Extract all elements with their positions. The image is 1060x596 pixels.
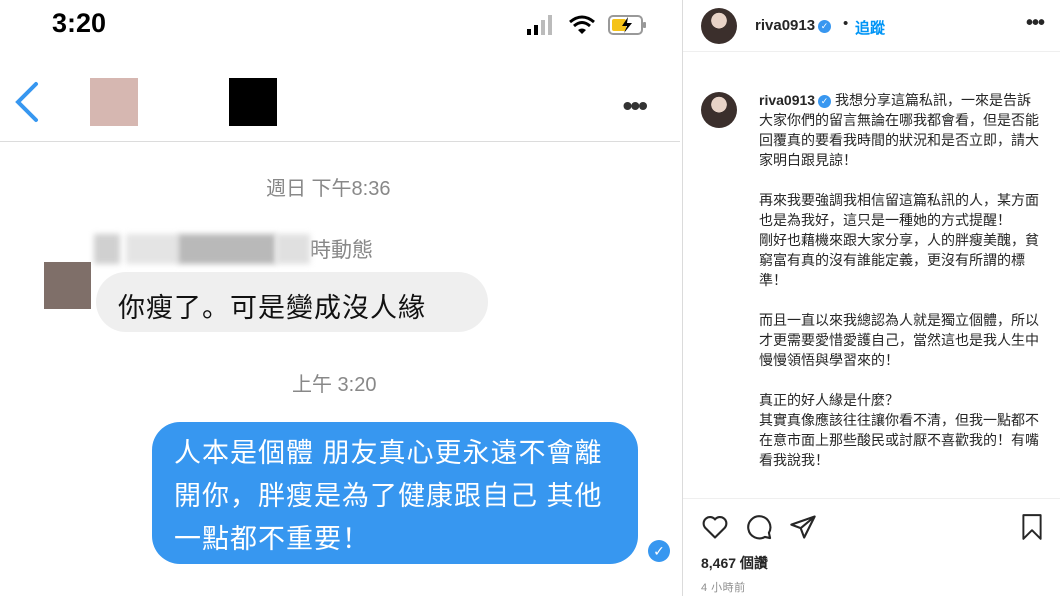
post-time[interactable]: 4 小時前 xyxy=(701,579,746,595)
contact-avatar-redacted xyxy=(90,78,138,126)
redacted-text xyxy=(126,234,178,264)
share-icon[interactable] xyxy=(789,513,817,541)
avatar[interactable] xyxy=(701,8,737,44)
status-time: 3:20 xyxy=(52,8,107,38)
dm-header: ••• xyxy=(0,66,680,142)
wifi-icon xyxy=(569,15,595,34)
timestamp-sunday: 週日 下午8:36 xyxy=(266,178,391,200)
dm-screenshot: 3:20 ••• 週日 下午8:36 時動態 你瘦了。可是變成沒人緣 上午 3:… xyxy=(0,0,680,596)
incoming-message: 你瘦了。可是變成沒人緣 xyxy=(96,272,488,332)
status-icons xyxy=(526,14,648,36)
comment-icon[interactable] xyxy=(745,513,773,541)
verified-badge-icon: ✓ xyxy=(818,94,832,108)
story-reply-label: 時動態 xyxy=(94,234,373,264)
signal-icon xyxy=(527,15,552,35)
likes-count[interactable]: 8,467 個讚 xyxy=(701,553,768,573)
contact-name-redacted xyxy=(229,78,277,126)
chevron-left-icon xyxy=(15,82,38,122)
more-options-button[interactable]: ••• xyxy=(623,90,648,122)
verified-badge-icon: ✓ xyxy=(818,19,832,33)
post-header: riva0913 ✓ • 追蹤 ••• xyxy=(683,0,1060,52)
post-actions: 8,467 個讚 4 小時前 xyxy=(683,498,1060,596)
back-button[interactable] xyxy=(12,80,42,129)
battery-icon xyxy=(608,15,646,35)
more-options-icon[interactable]: ••• xyxy=(1026,12,1045,35)
save-bookmark-icon[interactable] xyxy=(1019,513,1045,546)
redacted-text xyxy=(178,234,276,264)
heart-icon[interactable] xyxy=(701,513,729,541)
follow-button[interactable]: 追蹤 xyxy=(855,17,885,38)
outgoing-message: 人本是個體 朋友真心更永遠不會離開你，胖瘦是為了健康跟自己 其他一點都不重要！ xyxy=(152,422,638,564)
action-icons xyxy=(701,513,817,541)
caption-username[interactable]: riva0913 xyxy=(759,92,815,108)
caption-text: riva0913 ✓ 我想分享這篇私訊，一來是告訴大家你們的留言無論在哪我都會看，… xyxy=(759,90,1043,470)
caption-section: riva0913 ✓ 我想分享這篇私訊，一來是告訴大家你們的留言無論在哪我都會看，… xyxy=(683,88,1060,496)
post-username[interactable]: riva0913 ✓ xyxy=(755,17,832,34)
timestamp-morning: 上午 3:20 xyxy=(292,374,377,396)
sender-avatar xyxy=(44,262,91,309)
seen-check-icon: ✓ xyxy=(648,540,670,562)
redacted-text xyxy=(276,234,310,264)
caption-avatar[interactable] xyxy=(701,92,737,128)
reply-suffix: 時動態 xyxy=(310,239,373,262)
caption-body: 我想分享這篇私訊，一來是告訴大家你們的留言無論在哪我都會看，但是否能回覆真的要看… xyxy=(759,92,1039,468)
instagram-post-panel: riva0913 ✓ • 追蹤 ••• riva0913 ✓ 我想分享這篇私訊，一來… xyxy=(682,0,1060,596)
separator-dot: • xyxy=(843,15,849,32)
username-text[interactable]: riva0913 xyxy=(755,17,815,34)
redacted-text xyxy=(94,234,120,264)
